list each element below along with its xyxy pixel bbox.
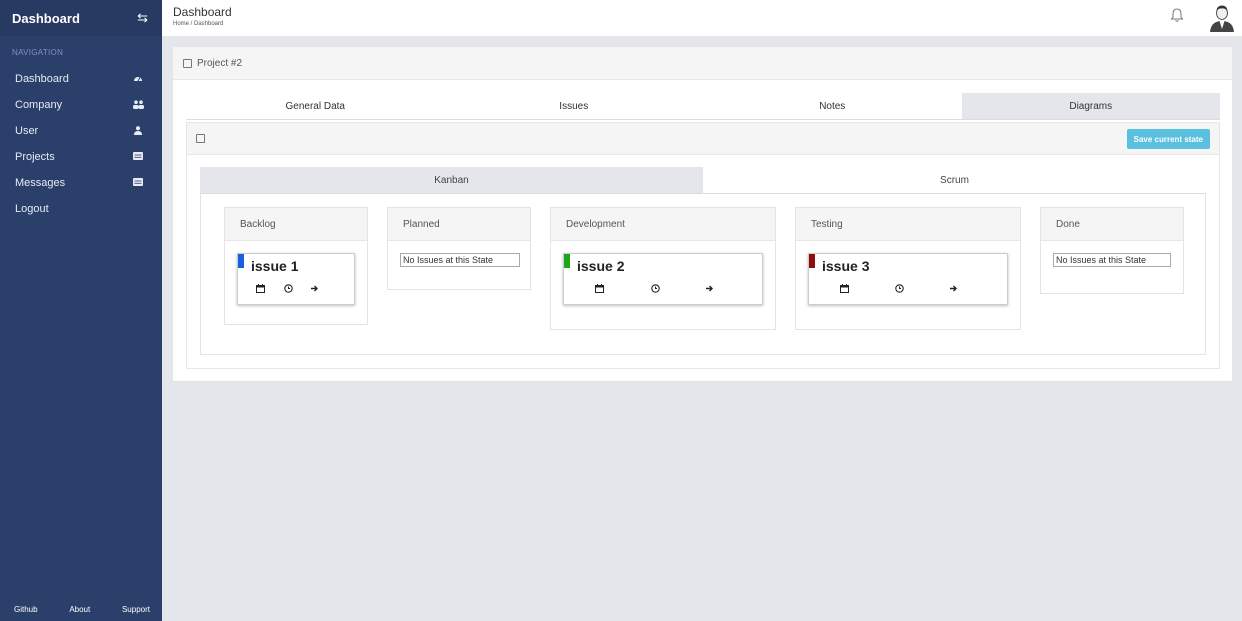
navigation-label: NAVIGATION	[12, 48, 64, 57]
arrow-right-icon[interactable]	[310, 284, 320, 294]
tab-notes[interactable]: Notes	[703, 93, 962, 119]
tab-kanban[interactable]: Kanban	[200, 167, 703, 193]
issue-actions	[809, 284, 1007, 298]
page-title: Dashboard	[173, 5, 232, 19]
kanban-board: Backlog issue 1 Planned No Issues at thi…	[200, 194, 1206, 355]
diagram-toolbar: Save current state	[186, 122, 1220, 155]
list-icon	[132, 152, 144, 162]
tab-diagrams[interactable]: Diagrams	[961, 93, 1220, 119]
issue-actions	[564, 284, 762, 298]
calendar-icon[interactable]	[840, 284, 850, 294]
tab-scrum[interactable]: Scrum	[703, 167, 1206, 193]
issue-card[interactable]: issue 3	[808, 253, 1008, 305]
column-development: Development issue 2	[550, 207, 776, 330]
sidebar-item-label: Logout	[15, 203, 49, 215]
column-testing: Testing issue 3	[795, 207, 1021, 330]
sidebar: Dashboard ⇆ NAVIGATION Dashboard Company…	[0, 0, 162, 621]
tab-general-data[interactable]: General Data	[186, 93, 445, 119]
issue-actions	[238, 284, 354, 298]
clock-icon[interactable]	[895, 284, 905, 294]
column-title: Development	[551, 208, 775, 241]
project-title: Project #2	[197, 57, 243, 69]
column-title: Planned	[388, 208, 530, 241]
sidebar-item-logout[interactable]: Logout	[0, 196, 162, 222]
sidebar-item-label: Company	[15, 99, 63, 111]
tab-issues[interactable]: Issues	[445, 93, 704, 119]
empty-state: No Issues at this State	[400, 253, 520, 267]
save-state-button[interactable]: Save current state	[1126, 129, 1210, 149]
issue-color-marker	[238, 254, 244, 268]
dashboard-icon	[132, 74, 144, 84]
note-icon	[183, 58, 192, 68]
sidebar-item-messages[interactable]: Messages	[0, 170, 162, 196]
sidebar-item-user[interactable]: User	[0, 118, 162, 144]
issue-title[interactable]: issue 1	[251, 258, 298, 274]
column-title: Testing	[796, 208, 1020, 241]
calendar-icon[interactable]	[256, 284, 266, 294]
issue-card[interactable]: issue 2	[563, 253, 763, 305]
column-planned: Planned No Issues at this State	[387, 207, 531, 290]
column-done: Done No Issues at this State	[1040, 207, 1184, 294]
empty-state: No Issues at this State	[1053, 253, 1171, 267]
issue-color-marker	[564, 254, 570, 268]
note-icon	[196, 134, 205, 143]
footer-link-github[interactable]: Github	[14, 605, 38, 614]
clock-icon[interactable]	[651, 284, 661, 294]
arrow-right-icon[interactable]	[705, 284, 715, 294]
footer-link-about[interactable]: About	[69, 605, 90, 614]
sidebar-title[interactable]: Dashboard	[12, 11, 80, 26]
sidebar-item-projects[interactable]: Projects	[0, 144, 162, 170]
breadcrumb[interactable]: Home / Dashboard	[173, 21, 223, 27]
board-tabs: Kanban Scrum	[200, 167, 1206, 194]
sidebar-footer: Github About Support	[0, 597, 162, 621]
list-icon	[132, 178, 144, 188]
sidebar-item-label: Dashboard	[15, 73, 69, 85]
sidebar-item-label: User	[15, 125, 39, 137]
sidebar-item-company[interactable]: Company	[0, 92, 162, 118]
issue-title[interactable]: issue 3	[822, 258, 869, 274]
issue-title[interactable]: issue 2	[577, 258, 624, 274]
column-title: Done	[1041, 208, 1183, 241]
arrow-right-icon[interactable]	[949, 284, 959, 294]
issue-color-marker	[809, 254, 815, 268]
sidebar-header: Dashboard ⇆	[0, 0, 162, 36]
diagram-area: Kanban Scrum Backlog issue 1 Planned No …	[186, 155, 1220, 369]
column-backlog: Backlog issue 1	[224, 207, 368, 325]
footer-link-support[interactable]: Support	[122, 605, 150, 614]
users-icon	[132, 99, 144, 111]
sidebar-item-label: Projects	[15, 151, 55, 163]
calendar-icon[interactable]	[595, 284, 605, 294]
clock-icon[interactable]	[284, 284, 294, 294]
sidebar-item-dashboard[interactable]: Dashboard	[0, 66, 162, 92]
project-header: Project #2	[173, 47, 1232, 80]
topbar: Dashboard Home / Dashboard	[162, 0, 1242, 37]
project-panel: Project #2 General Data Issues Notes Dia…	[172, 46, 1233, 382]
bell-icon[interactable]	[1168, 6, 1186, 24]
sidebar-item-label: Messages	[15, 177, 66, 189]
column-title: Backlog	[225, 208, 367, 241]
project-tabs: General Data Issues Notes Diagrams	[186, 93, 1220, 120]
user-icon	[132, 125, 144, 137]
issue-card[interactable]: issue 1	[237, 253, 355, 305]
toggle-sidebar-icon[interactable]: ⇆	[137, 10, 148, 26]
avatar[interactable]	[1207, 2, 1237, 32]
